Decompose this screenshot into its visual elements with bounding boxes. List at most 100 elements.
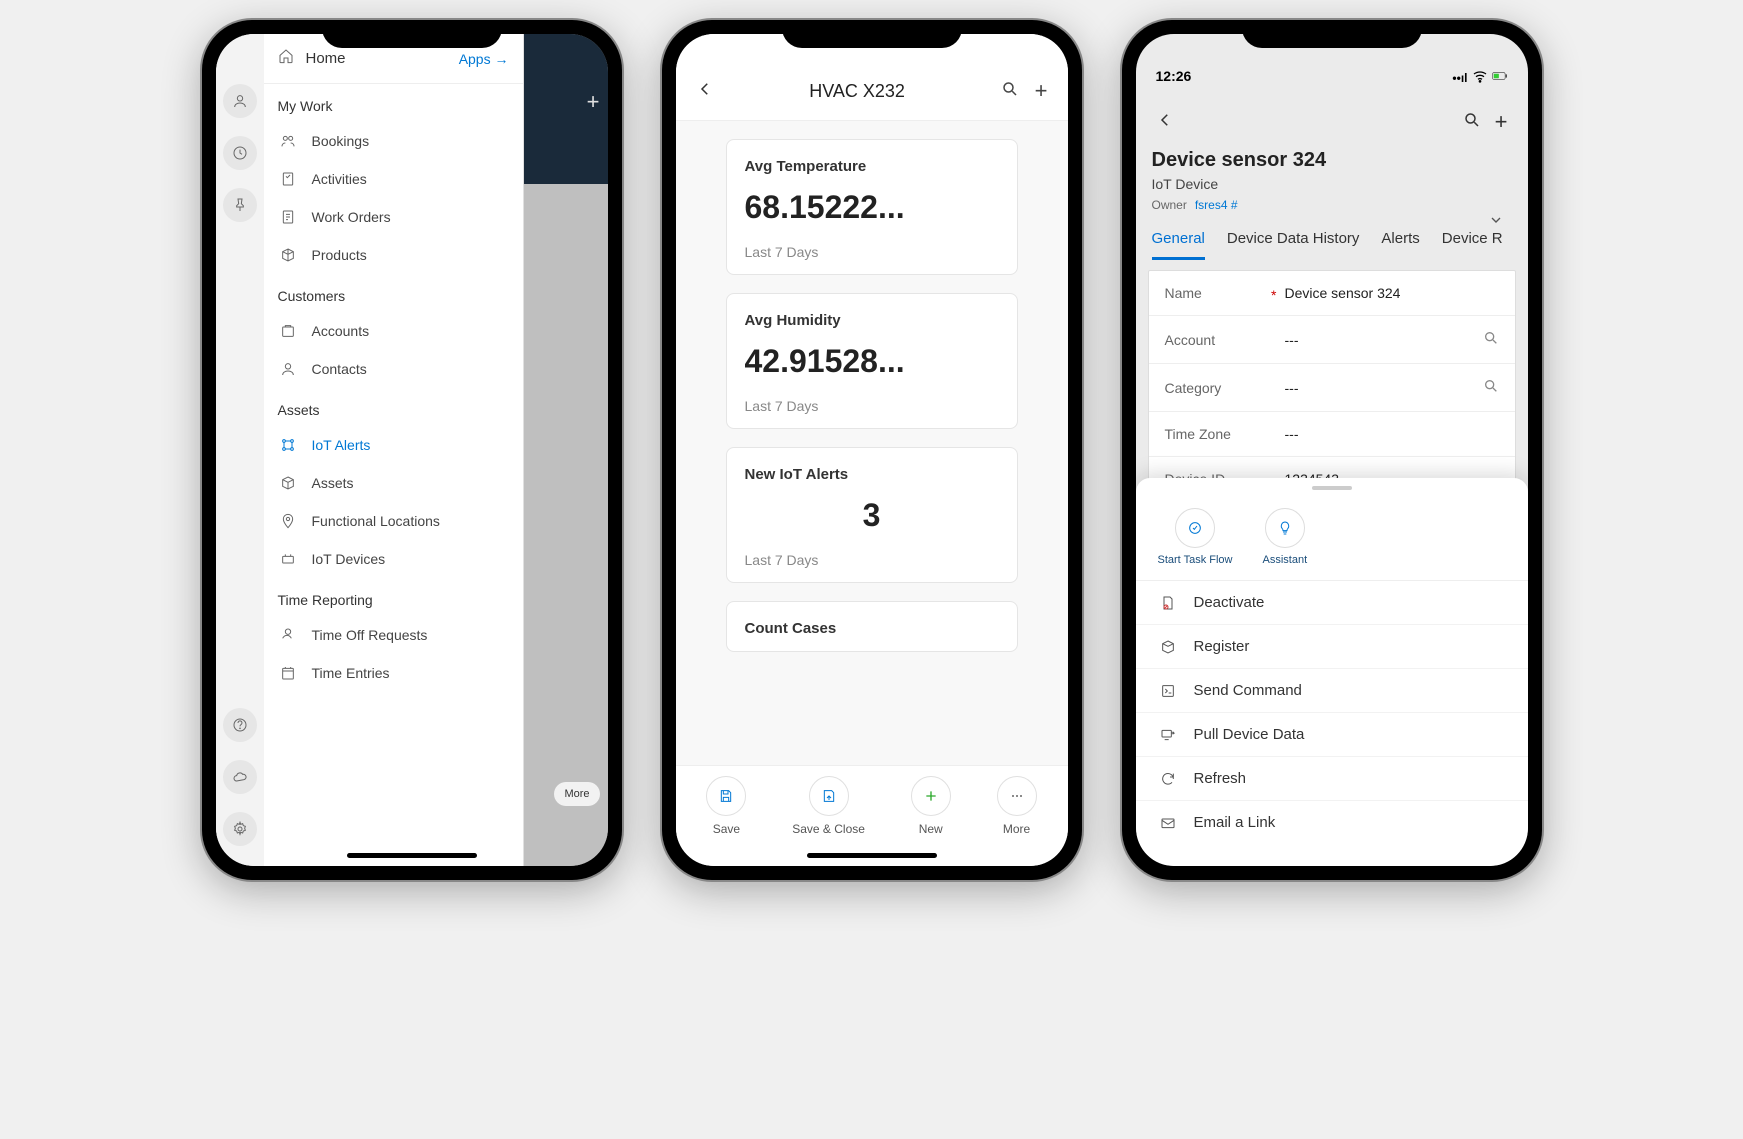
task-flow-icon (1175, 508, 1215, 548)
back-button[interactable] (688, 76, 722, 107)
action-deactivate[interactable]: Deactivate (1136, 581, 1528, 625)
stat-label: Count Cases (745, 620, 999, 637)
overlay-backdrop[interactable]: + More (524, 34, 608, 866)
status-bar: 12:26 ••ıl (1136, 34, 1528, 87)
iotalerts-icon (278, 437, 298, 453)
search-icon[interactable] (993, 76, 1027, 107)
add-button[interactable]: + (1027, 74, 1056, 108)
help-icon[interactable] (223, 708, 257, 742)
field-category &[interactable]: Category --- (1149, 364, 1515, 412)
stat-card-temperature[interactable]: Avg Temperature 68.15222... Last 7 Days (726, 139, 1018, 275)
record-subtitle: IoT Device (1152, 176, 1512, 192)
action-pull-data[interactable]: Pull Device Data (1136, 713, 1528, 757)
stat-value: 68.15222... (745, 189, 999, 226)
stat-card-cases[interactable]: Count Cases (726, 601, 1018, 652)
bottom-toolbar: Save Save & Close New More (676, 765, 1068, 866)
left-rail (216, 34, 264, 866)
signal-icon: ••ıl (1452, 71, 1467, 85)
nav-timeentries[interactable]: Time Entries (264, 654, 523, 692)
home-indicator (807, 853, 937, 858)
apps-link[interactable]: Apps → (459, 51, 509, 67)
action-sheet: Start Task Flow Assistant Deactivate Reg… (1136, 478, 1528, 866)
tab-general[interactable]: General (1152, 230, 1205, 260)
tab-device-data-history[interactable]: Device Data History (1227, 230, 1360, 260)
timeoff-icon (278, 627, 298, 643)
stat-label: Avg Temperature (745, 158, 999, 175)
register-icon (1158, 639, 1178, 655)
search-icon[interactable] (1453, 107, 1491, 138)
action-refresh[interactable]: Refresh (1136, 757, 1528, 801)
phone-3: 12:26 ••ıl + Device sensor 324 IoT Devic… (1122, 20, 1542, 880)
more-button[interactable]: More (997, 776, 1037, 836)
tab-device-r[interactable]: Device R (1442, 230, 1503, 260)
nav-bookings[interactable]: Bookings (264, 122, 523, 160)
nav-home[interactable]: Home Apps → (264, 34, 523, 84)
nav-panel: Home Apps → My Work Bookings Activities … (264, 34, 524, 866)
stat-label: New IoT Alerts (745, 466, 999, 483)
stat-value: 42.91528... (745, 343, 999, 380)
nav-products[interactable]: Products (264, 236, 523, 274)
workorders-icon (278, 209, 298, 225)
lightbulb-icon (1265, 508, 1305, 548)
pin-icon[interactable] (223, 188, 257, 222)
action-email-link[interactable]: Email a Link (1136, 801, 1528, 844)
lookup-icon[interactable] (1483, 330, 1499, 349)
refresh-icon (1158, 771, 1178, 787)
title-bar: Device sensor 324 IoT Device Owner fsres… (1136, 145, 1528, 214)
settings-icon[interactable] (223, 812, 257, 846)
stat-card-humidity[interactable]: Avg Humidity 42.91528... Last 7 Days (726, 293, 1018, 429)
card-list[interactable]: Avg Temperature 68.15222... Last 7 Days … (676, 121, 1068, 765)
nav-iotalerts[interactable]: IoT Alerts (264, 426, 523, 464)
nav-accounts[interactable]: Accounts (264, 312, 523, 350)
more-label[interactable]: More (554, 782, 599, 806)
accounts-icon (278, 323, 298, 339)
record-title: Device sensor 324 (1152, 149, 1512, 172)
tab-alerts[interactable]: Alerts (1381, 230, 1419, 260)
add-icon[interactable]: + (587, 89, 600, 115)
header: HVAC X232 + (676, 34, 1068, 121)
nav-timeoff[interactable]: Time Off Requests (264, 616, 523, 654)
header: + (1136, 87, 1528, 145)
field-timezone[interactable]: Time Zone --- (1149, 412, 1515, 457)
owner-label: Owner (1152, 198, 1187, 212)
activities-icon (278, 171, 298, 187)
add-button[interactable]: + (1491, 105, 1512, 139)
field-name[interactable]: Name* Device sensor 324 (1149, 271, 1515, 316)
assistant-button[interactable]: Assistant (1263, 508, 1308, 566)
action-register[interactable]: Register (1136, 625, 1528, 669)
timeentries-icon (278, 665, 298, 681)
nav-assets[interactable]: Assets (264, 464, 523, 502)
save-button[interactable]: Save (706, 776, 746, 836)
deactivate-icon (1158, 595, 1178, 611)
lookup-icon[interactable] (1483, 378, 1499, 397)
pull-data-icon (1158, 727, 1178, 743)
chevron-down-icon[interactable] (1488, 212, 1504, 233)
save-close-button[interactable]: Save & Close (792, 776, 865, 836)
section-assets: Assets (264, 388, 523, 426)
save-icon (706, 776, 746, 816)
home-indicator (347, 853, 477, 858)
nav-iotdevices[interactable]: IoT Devices (264, 540, 523, 578)
page-title: HVAC X232 (722, 81, 993, 102)
nav-workorders[interactable]: Work Orders (264, 198, 523, 236)
user-icon[interactable] (223, 84, 257, 118)
back-button[interactable] (1152, 107, 1178, 138)
action-send-command[interactable]: Send Command (1136, 669, 1528, 713)
recent-icon[interactable] (223, 136, 257, 170)
field-account[interactable]: Account --- (1149, 316, 1515, 364)
iotdevices-icon (278, 551, 298, 567)
home-icon (278, 48, 294, 69)
quick-actions: Start Task Flow Assistant (1136, 498, 1528, 581)
section-mywork: My Work (264, 84, 523, 122)
start-task-flow-button[interactable]: Start Task Flow (1158, 508, 1233, 566)
owner-link[interactable]: fsres4 # (1195, 198, 1238, 212)
phone-1: Home Apps → My Work Bookings Activities … (202, 20, 622, 880)
stat-card-alerts[interactable]: New IoT Alerts 3 Last 7 Days (726, 447, 1018, 583)
cloud-icon[interactable] (223, 760, 257, 794)
nav-contacts[interactable]: Contacts (264, 350, 523, 388)
new-button[interactable]: New (911, 776, 951, 836)
nav-activities[interactable]: Activities (264, 160, 523, 198)
sheet-handle[interactable] (1312, 486, 1352, 490)
section-time: Time Reporting (264, 578, 523, 616)
nav-funcloc[interactable]: Functional Locations (264, 502, 523, 540)
